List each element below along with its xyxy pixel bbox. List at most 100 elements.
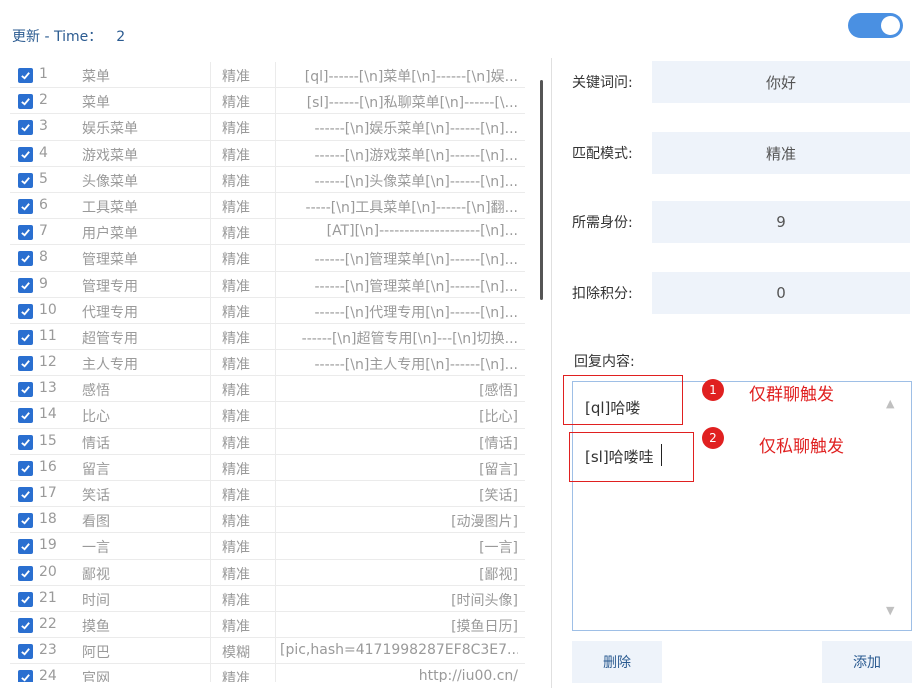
row-checkbox[interactable] — [18, 460, 33, 476]
table-row[interactable]: 23 阿巴 模糊 [pic,hash=4171998287EF8C3E7... — [10, 638, 525, 665]
table-row[interactable]: 21 时间 精准 [时间头像] — [10, 585, 525, 612]
row-reply: ------[\n]管理菜单[\n]------[\n]... — [314, 252, 518, 269]
panel-divider — [551, 58, 552, 688]
column-divider — [210, 376, 211, 402]
checkmark-icon — [21, 98, 30, 106]
row-keyword: 阿巴 — [82, 645, 110, 662]
row-keyword: 菜单 — [82, 95, 110, 112]
row-match-mode: 精准 — [222, 95, 250, 112]
row-match-mode: 精准 — [222, 488, 250, 504]
table-scrollbar[interactable] — [540, 80, 543, 300]
row-checkbox[interactable] — [18, 670, 33, 682]
table-row[interactable]: 5 头像菜单 精准 ------[\n]头像菜单[\n]------[\n]... — [10, 166, 525, 193]
column-divider — [275, 533, 276, 559]
table-row[interactable]: 18 看图 精准 [动漫图片] — [10, 507, 525, 534]
column-divider — [210, 402, 211, 428]
table-row[interactable]: 3 娱乐菜单 精准 ------[\n]娱乐菜单[\n]------[\n]... — [10, 114, 525, 141]
table-row[interactable]: 2 菜单 精准 [sl]------[\n]私聊菜单[\n]------[\... — [10, 88, 525, 115]
column-divider — [275, 402, 276, 428]
row-checkbox[interactable] — [18, 539, 33, 555]
table-row[interactable]: 22 摸鱼 精准 [摸鱼日历] — [10, 611, 525, 639]
row-checkbox[interactable] — [18, 591, 33, 607]
row-keyword: 菜单 — [82, 69, 110, 85]
row-index: 4 — [39, 144, 48, 161]
row-checkbox[interactable] — [18, 513, 33, 529]
keyword-field[interactable]: 你好 — [652, 61, 910, 103]
table-row[interactable]: 17 笑话 精准 [笑话] — [10, 481, 525, 508]
row-checkbox[interactable] — [18, 120, 33, 136]
row-reply: ------[\n]超管专用[\n]---[\n]切换... — [301, 330, 518, 347]
table-row[interactable]: 10 代理专用 精准 ------[\n]代理专用[\n]------[\n]... — [10, 297, 525, 324]
row-checkbox[interactable] — [18, 277, 33, 293]
row-checkbox[interactable] — [18, 68, 33, 83]
table-row[interactable]: 12 主人专用 精准 ------[\n]主人专用[\n]------[\n]... — [10, 350, 525, 377]
row-checkbox[interactable] — [18, 408, 33, 424]
scroll-down-arrow-icon[interactable]: ▼ — [886, 604, 894, 617]
row-checkbox[interactable] — [18, 198, 33, 214]
checkmark-icon — [21, 595, 30, 604]
row-checkbox[interactable] — [18, 94, 33, 110]
table-row[interactable]: 24 官网 精准 http://iu00.cn/ — [10, 664, 525, 682]
add-button[interactable]: 添加 — [822, 641, 912, 683]
checkmark-icon — [21, 124, 30, 132]
row-checkbox[interactable] — [18, 225, 33, 241]
row-keyword: 一言 — [82, 540, 110, 557]
row-checkbox[interactable] — [18, 434, 33, 450]
column-divider — [210, 454, 211, 480]
row-reply: ------[\n]代理专用[\n]------[\n]... — [314, 304, 518, 321]
row-reply: http://iu00.cn/ — [418, 668, 518, 682]
checkmark-icon — [21, 334, 30, 342]
column-divider — [275, 559, 276, 585]
deduct-points-field[interactable]: 0 — [652, 272, 910, 314]
scroll-up-arrow-icon[interactable]: ▲ — [886, 397, 894, 410]
row-index: 5 — [39, 170, 48, 187]
table-row[interactable]: 8 管理菜单 精准 ------[\n]管理菜单[\n]------[\n]... — [10, 245, 525, 272]
row-checkbox[interactable] — [18, 172, 33, 188]
required-role-field[interactable]: 9 — [652, 201, 910, 243]
row-match-mode: 精准 — [222, 435, 250, 452]
row-reply: [sl]------[\n]私聊菜单[\n]------[\... — [306, 95, 518, 112]
enable-toggle[interactable] — [848, 13, 903, 38]
row-checkbox[interactable] — [18, 356, 33, 372]
table-row[interactable]: 15 情话 精准 [情话] — [10, 428, 525, 455]
row-checkbox[interactable] — [18, 303, 33, 319]
row-checkbox[interactable] — [18, 565, 33, 581]
row-keyword: 主人专用 — [82, 357, 138, 374]
row-index: 13 — [39, 380, 57, 397]
table-row[interactable]: 13 感悟 精准 [感悟] — [10, 376, 525, 403]
table-row[interactable]: 14 比心 精准 [比心] — [10, 402, 525, 429]
table-row[interactable]: 1 菜单 精准 [ql]------[\n]菜单[\n]------[\n]娱... — [10, 62, 525, 89]
table-row[interactable]: 7 用户菜单 精准 [AT][\n]--------------------[\n].… — [10, 219, 525, 246]
row-index: 8 — [39, 249, 48, 266]
row-checkbox[interactable] — [18, 644, 33, 660]
row-reply: ------[\n]主人专用[\n]------[\n]... — [314, 357, 518, 374]
annotation-note-2: 仅私聊触发 — [759, 437, 844, 457]
table-row[interactable]: 11 超管专用 精准 ------[\n]超管专用[\n]---[\n]切换... — [10, 323, 525, 351]
row-checkbox[interactable] — [18, 146, 33, 162]
table-row[interactable]: 9 管理专用 精准 ------[\n]管理菜单[\n]------[\n]... — [10, 271, 525, 298]
row-checkbox[interactable] — [18, 251, 33, 267]
row-keyword: 游戏菜单 — [82, 147, 138, 164]
keyword-table: 1 菜单 精准 [ql]------[\n]菜单[\n]------[\n]娱... 2… — [10, 62, 525, 682]
row-checkbox[interactable] — [18, 487, 33, 502]
table-row[interactable]: 6 工具菜单 精准 -----[\n]工具菜单[\n]------[\n]翻... — [10, 192, 525, 220]
row-match-mode: 精准 — [222, 121, 250, 138]
row-checkbox[interactable] — [18, 617, 33, 633]
table-row[interactable]: 19 一言 精准 [一言] — [10, 533, 525, 560]
row-index: 7 — [39, 223, 48, 240]
row-index: 1 — [39, 66, 48, 82]
column-divider — [275, 62, 276, 88]
row-match-mode: 精准 — [222, 69, 250, 85]
match-mode-field[interactable]: 精准 — [652, 132, 910, 174]
column-divider — [275, 271, 276, 297]
table-row[interactable]: 16 留言 精准 [留言] — [10, 454, 525, 481]
checkmark-icon — [21, 72, 30, 80]
row-checkbox[interactable] — [18, 382, 33, 398]
row-index: 20 — [39, 563, 57, 580]
delete-button[interactable]: 删除 — [572, 641, 662, 683]
row-match-mode: 精准 — [222, 278, 250, 295]
row-reply: [AT][\n]--------------------[\n]... — [326, 223, 518, 240]
table-row[interactable]: 4 游戏菜单 精准 ------[\n]游戏菜单[\n]------[\n]... — [10, 140, 525, 167]
row-checkbox[interactable] — [18, 329, 33, 345]
table-row[interactable]: 20 鄙视 精准 [鄙视] — [10, 559, 525, 586]
